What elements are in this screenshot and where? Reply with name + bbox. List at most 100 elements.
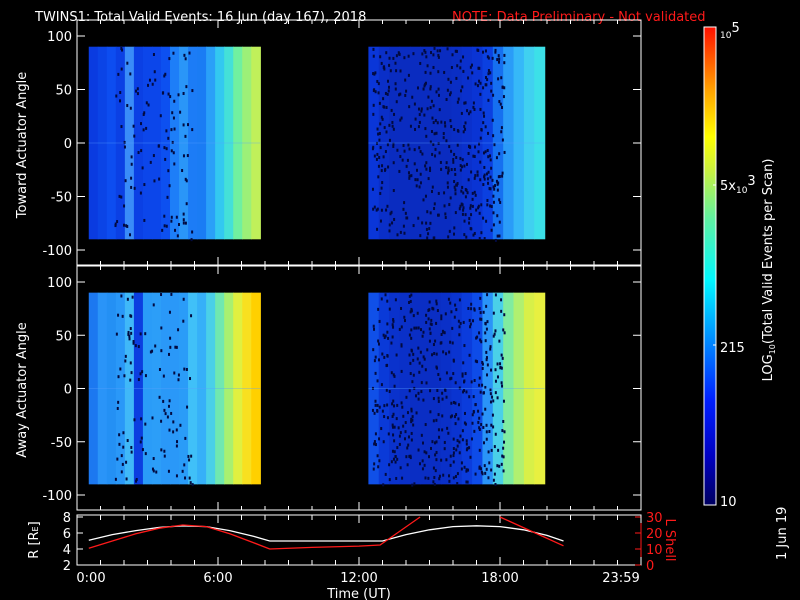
spectrogram-speckle: [501, 356, 504, 360]
spectrogram-speckle: [407, 435, 410, 439]
spectrogram-speckle: [497, 54, 500, 58]
spectrogram-speckle: [502, 419, 505, 423]
spectrogram-speckle: [377, 358, 380, 362]
spectrogram-speckle: [386, 92, 389, 96]
spectrogram-speckle: [404, 211, 407, 215]
spectrogram-speckle: [376, 403, 379, 407]
spectrogram-speckle: [443, 191, 446, 195]
spectrogram-speckle: [117, 400, 120, 404]
spectrogram-speckle: [170, 292, 173, 296]
spectrogram-speckle: [494, 293, 497, 297]
spectrogram-speckle: [405, 395, 408, 399]
spectrogram-speckle: [487, 450, 490, 454]
spectrogram-speckle: [498, 100, 501, 104]
spectrogram-speckle: [453, 167, 456, 171]
spectrogram-speckle: [476, 170, 479, 174]
spectrogram-speckle: [461, 212, 464, 216]
spectrogram-speckle: [381, 164, 384, 168]
spectrogram-speckle: [485, 327, 488, 331]
spectrogram-speckle: [184, 134, 187, 138]
spectrogram-speckle: [453, 415, 456, 419]
spectrogram-speckle: [425, 161, 428, 165]
spectrogram-speckle: [484, 471, 487, 475]
spectrogram-speckle: [154, 78, 157, 82]
spectrogram-speckle: [163, 454, 166, 458]
spectrogram-speckle: [460, 89, 463, 93]
spectrogram-speckle: [403, 149, 406, 153]
spectrogram-speckle: [485, 356, 488, 360]
spectrogram-speckle: [392, 457, 395, 461]
spectrogram-speckle: [408, 333, 411, 337]
lshell-tick-label: 0: [646, 559, 654, 574]
spectrogram-speckle: [453, 226, 456, 230]
spectrogram-speckle: [433, 475, 436, 479]
spectrogram-speckle: [190, 314, 193, 318]
spectrogram-speckle: [435, 458, 438, 462]
spectrogram-speckle: [395, 100, 398, 104]
spectrogram-speckle: [487, 181, 490, 185]
spectrogram-speckle: [421, 221, 424, 225]
spectrogram-speckle: [436, 389, 439, 393]
spectrogram-speckle: [183, 367, 186, 371]
spectrogram-speckle: [399, 69, 402, 73]
spectrogram-speckle: [500, 298, 503, 302]
spectrogram-speckle: [442, 136, 445, 140]
spectrogram-speckle: [377, 132, 380, 136]
spectrogram-speckle: [373, 442, 376, 446]
spectrogram-speckle: [475, 208, 478, 212]
spectrogram-speckle: [130, 176, 133, 180]
spectrogram-speckle: [373, 327, 376, 331]
spectrogram-speckle: [494, 432, 497, 436]
spectrogram-speckle: [129, 106, 132, 110]
spectrogram-speckle: [119, 91, 122, 95]
spectrogram-speckle: [489, 392, 492, 396]
spectrogram-speckle: [372, 54, 375, 58]
spectrogram-speckle: [167, 404, 170, 408]
spectrogram-speckle: [445, 352, 448, 356]
spectrogram-speckle: [421, 364, 424, 368]
spectrogram-speckle: [452, 447, 455, 451]
spectrogram-speckle: [383, 126, 386, 130]
spectrogram-speckle: [480, 423, 483, 427]
spectrogram-speckle: [126, 104, 129, 108]
y-tick-label: -50: [51, 191, 72, 206]
spectrogram-speckle: [398, 93, 401, 97]
spectrogram-speckle: [187, 123, 190, 127]
spectrogram-speckle: [184, 476, 187, 480]
spectrogram-speckle: [462, 191, 465, 195]
spectrogram-speckle: [125, 477, 128, 481]
spectrogram-speckle: [485, 219, 488, 223]
spectrogram-speckle: [456, 143, 459, 147]
spectrogram-speckle: [398, 52, 401, 56]
spectrogram-speckle: [417, 216, 420, 220]
spectrogram-speckle: [182, 221, 185, 225]
spectrogram-speckle: [466, 191, 469, 195]
spectrogram-speckle: [474, 403, 477, 407]
spectrogram-speckle: [498, 198, 501, 202]
spectrogram-speckle: [497, 77, 500, 81]
spectrogram-speckle: [400, 344, 403, 348]
spectrogram-speckle: [450, 149, 453, 153]
twins-plot: TWINS1: Total Valid Events: 16 Jun (day …: [15, 10, 790, 600]
spectrogram-speckle: [403, 315, 406, 319]
spectrogram-speckle: [137, 345, 140, 349]
lshell-tick-label: 20: [646, 527, 663, 542]
spectrogram-speckle: [484, 407, 487, 411]
spectrogram-speckle: [164, 72, 167, 76]
spectrogram-speckle: [420, 433, 423, 437]
spectrogram-speckle: [461, 438, 464, 442]
spectrogram-speckle: [395, 476, 398, 480]
spectrogram-speckle: [498, 234, 501, 238]
spectrogram-speckle: [374, 90, 377, 94]
spectrogram-speckle: [419, 328, 422, 332]
spectrogram-speckle: [503, 430, 506, 434]
spectrogram-speckle: [414, 394, 417, 398]
spectrogram-speckle: [448, 203, 451, 207]
spectrogram-speckle: [406, 446, 409, 450]
spectrogram-speckle: [118, 442, 121, 446]
spectrogram-speckle: [419, 172, 422, 176]
spectrogram-speckle: [147, 103, 150, 107]
spectrogram-speckle: [474, 82, 477, 86]
spectrogram-speckle: [498, 220, 501, 224]
spectrogram-speckle: [448, 145, 451, 149]
